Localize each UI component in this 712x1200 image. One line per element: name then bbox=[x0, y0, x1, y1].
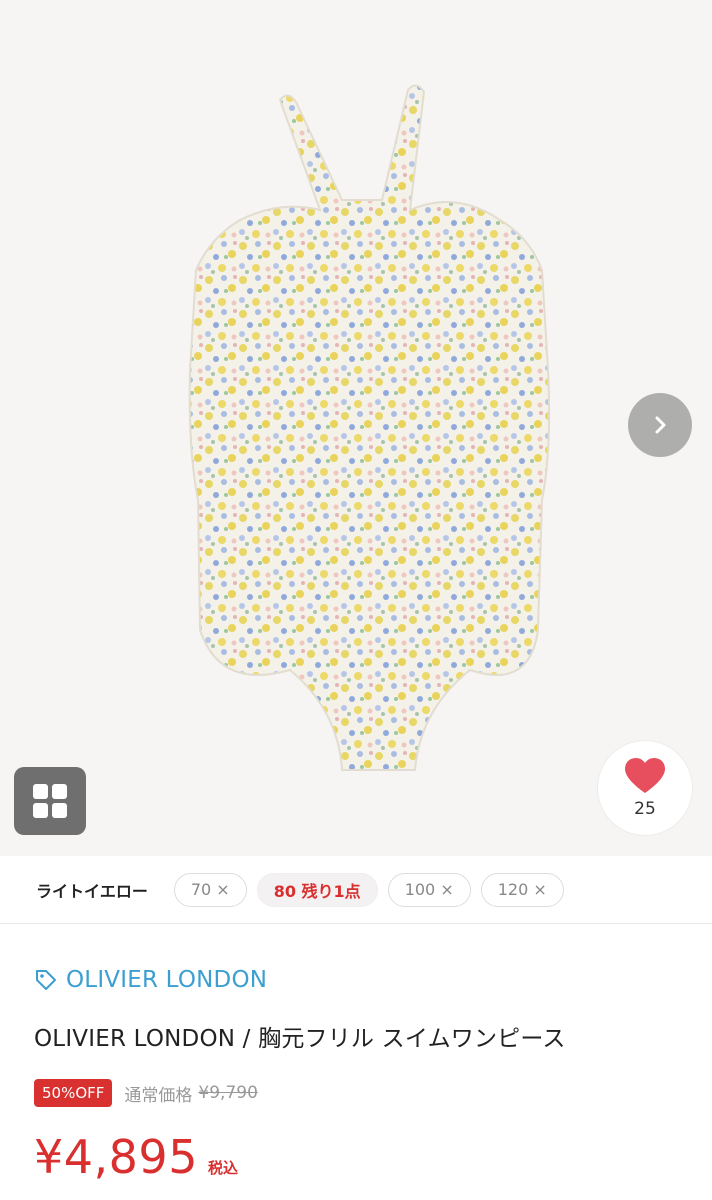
size-chip-120[interactable]: 120 × bbox=[480, 872, 564, 907]
sale-price: ¥4,895 bbox=[34, 1130, 198, 1184]
product-title: OLIVIER LONDON / 胸元フリル スイムワンピース bbox=[34, 1026, 566, 1052]
chevron-right-icon bbox=[655, 416, 666, 434]
color-label: ライトイエロー bbox=[36, 881, 148, 901]
image-grid-button[interactable] bbox=[14, 767, 86, 835]
size-chip-100[interactable]: 100 × bbox=[387, 872, 471, 907]
grid-icon bbox=[33, 784, 67, 818]
product-image bbox=[188, 84, 551, 771]
next-image-button[interactable] bbox=[628, 393, 692, 457]
tax-included-label: 税込 bbox=[207, 1159, 238, 1177]
brand-name: OLIVIER LONDON bbox=[66, 967, 268, 993]
tag-icon bbox=[36, 970, 56, 990]
sale-price-row: ¥4,895 税込 bbox=[34, 1130, 238, 1184]
variant-selector: ライトイエロー 70 × 80 残り1点 100 × 120 × bbox=[0, 856, 712, 924]
heart-icon bbox=[625, 758, 665, 793]
size-chip-80[interactable]: 80 残り1点 bbox=[256, 872, 378, 907]
favorite-count: 25 bbox=[634, 799, 656, 819]
brand-link[interactable]: OLIVIER LONDON bbox=[34, 967, 267, 993]
regular-price: ¥9,790 bbox=[198, 1083, 258, 1103]
regular-price-label: 通常価格 bbox=[124, 1085, 193, 1106]
size-chip-70[interactable]: 70 × bbox=[173, 872, 247, 907]
favorite-button[interactable]: 25 bbox=[597, 740, 693, 836]
regular-price-row: 50%OFF 通常価格 ¥9,790 bbox=[34, 1079, 258, 1107]
discount-badge: 50%OFF bbox=[34, 1079, 113, 1107]
product-image-area: 25 bbox=[0, 0, 712, 856]
